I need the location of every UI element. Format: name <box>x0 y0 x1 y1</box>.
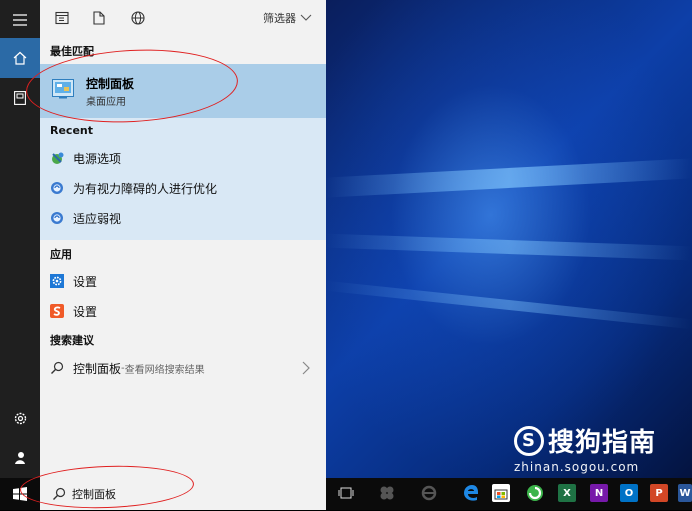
user-icon <box>15 452 25 464</box>
document-icon <box>93 11 105 25</box>
watermark-url: zhinan.sogou.com <box>514 460 640 474</box>
section-recent: Recent <box>50 124 94 137</box>
suggestion-item[interactable]: 控制面板 - 查看网络搜索结果 <box>50 358 205 378</box>
recent-item-power-options[interactable]: 电源选项 <box>50 148 121 168</box>
notebook-icon <box>14 91 26 105</box>
ease-of-access-icon <box>50 211 64 225</box>
globe-icon <box>131 11 145 25</box>
suggestion-term: 控制面板 <box>73 361 122 376</box>
excel-icon: X <box>563 487 571 499</box>
section-suggestions: 搜索建议 <box>50 334 94 347</box>
light-beam <box>326 233 692 261</box>
app-item-label: 设置 <box>73 304 98 319</box>
taskbar-360-browser[interactable] <box>526 484 544 502</box>
settings-button[interactable] <box>0 398 40 438</box>
task-view-icon <box>338 487 354 499</box>
power-options-icon <box>50 151 64 165</box>
onenote-icon: N <box>594 487 604 499</box>
taskbar-ie[interactable] <box>420 484 438 502</box>
app-window-icon <box>55 11 69 25</box>
filter-dropdown[interactable]: 筛选器 <box>263 10 312 26</box>
recent-item-optimize-vision[interactable]: 为有视力障碍的人进行优化 <box>50 178 217 198</box>
recent-item-label: 为有视力障碍的人进行优化 <box>73 181 218 196</box>
light-beam <box>326 158 692 198</box>
start-left-rail <box>0 0 40 478</box>
edge-icon <box>464 485 478 501</box>
ease-of-access-icon <box>50 181 64 195</box>
store-bag-icon <box>494 489 508 500</box>
taskbar-word[interactable]: W <box>678 484 692 502</box>
taskbar-outlook[interactable]: O <box>620 484 638 502</box>
powerpoint-icon: P <box>655 487 663 499</box>
sogou-settings-icon <box>50 304 64 318</box>
home-icon <box>13 51 27 65</box>
app-item-label: 设置 <box>73 274 98 289</box>
recent-item-low-vision[interactable]: 适应弱视 <box>50 208 121 228</box>
settings-gear-icon <box>50 274 64 288</box>
recent-item-label: 电源选项 <box>73 151 122 166</box>
taskbar-excel[interactable]: X <box>558 484 576 502</box>
app-item-settings[interactable]: 设置 <box>50 271 97 291</box>
apps-filter-button[interactable] <box>52 8 72 28</box>
taskbar-store[interactable] <box>492 484 510 502</box>
app-item-sogou-settings[interactable]: 设置 <box>50 301 97 321</box>
chevron-down-icon <box>300 14 312 21</box>
home-button[interactable] <box>0 38 40 78</box>
filter-label: 筛选器 <box>263 12 296 25</box>
recent-item-label: 适应弱视 <box>73 211 122 226</box>
sogou-logo-icon: S <box>514 425 544 456</box>
web-filter-button[interactable] <box>128 8 148 28</box>
taskbar-onenote[interactable]: N <box>590 484 608 502</box>
gear-icon <box>14 412 26 424</box>
hamburger-menu-button[interactable] <box>0 0 40 40</box>
taskbar-app-1[interactable] <box>378 484 396 502</box>
hamburger-icon <box>13 14 27 26</box>
section-apps: 应用 <box>50 248 72 261</box>
watermark-brand: 搜狗指南 <box>548 428 657 458</box>
taskbar-powerpoint[interactable]: P <box>650 484 668 502</box>
results-toolbar: 筛选器 <box>40 0 326 36</box>
suggestion-hint: 查看网络搜索结果 <box>124 364 205 376</box>
light-beam <box>326 280 692 330</box>
app-flower-icon <box>380 486 394 500</box>
task-view-button[interactable] <box>337 484 355 502</box>
browser-360-icon <box>527 485 543 501</box>
sogou-watermark: S 搜狗指南 <box>514 422 656 459</box>
desktop-wallpaper <box>326 0 692 478</box>
outlook-icon: O <box>624 487 634 499</box>
suggestion-chevron-right-icon[interactable] <box>302 360 310 379</box>
internet-explorer-icon <box>421 485 437 501</box>
user-feedback-button[interactable] <box>0 438 40 478</box>
documents-filter-button[interactable] <box>90 8 110 28</box>
search-icon <box>50 361 64 375</box>
word-icon: W <box>679 487 691 499</box>
taskbar-edge[interactable] <box>462 484 480 502</box>
